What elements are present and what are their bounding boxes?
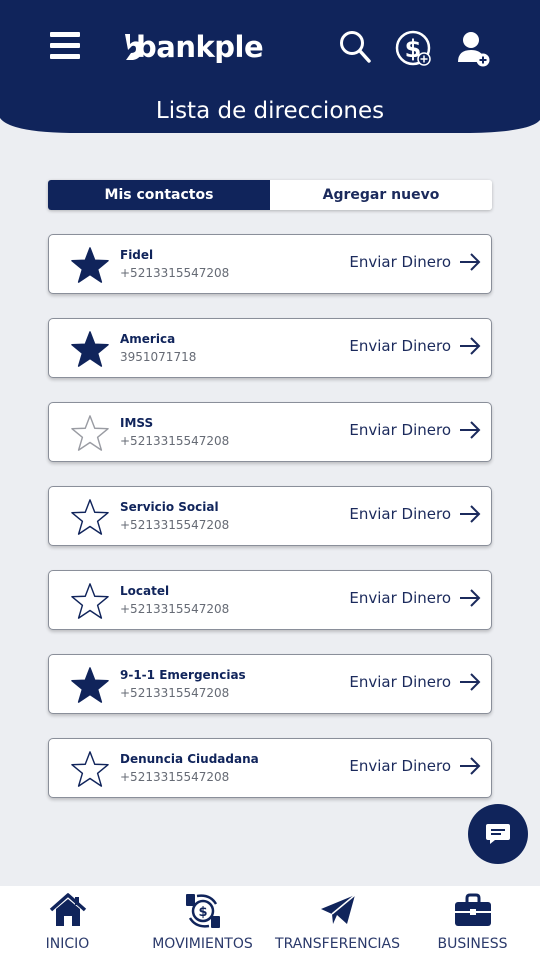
add-user-icon[interactable]: [456, 30, 492, 68]
contact-name: 9-1-1 Emergencias: [120, 668, 246, 682]
contact-name: Locatel: [120, 584, 170, 598]
contact-card[interactable]: Locatel +5213315547208 Enviar Dinero: [48, 570, 492, 630]
nav-business[interactable]: BUSINESS: [405, 886, 540, 960]
send-money-button[interactable]: Enviar Dinero: [349, 589, 481, 607]
send-money-label: Enviar Dinero: [349, 757, 451, 775]
nav-transferencias[interactable]: TRANSFERENCIAS: [270, 886, 405, 960]
contact-name: IMSS: [120, 416, 154, 430]
favorite-star-icon[interactable]: [71, 330, 109, 368]
search-icon[interactable]: [338, 28, 372, 64]
contact-name: Servicio Social: [120, 500, 219, 514]
nav-inicio[interactable]: INICIO: [0, 886, 135, 960]
svg-text:$: $: [198, 905, 207, 920]
favorite-star-icon[interactable]: [71, 246, 109, 284]
send-money-button[interactable]: Enviar Dinero: [349, 673, 481, 691]
contact-name: Fidel: [120, 248, 154, 262]
arrow-right-icon: [460, 505, 481, 523]
contact-card[interactable]: Servicio Social +5213315547208 Enviar Di…: [48, 486, 492, 546]
menu-icon[interactable]: [50, 32, 82, 62]
star-outline-icon[interactable]: [71, 414, 109, 452]
send-money-label: Enviar Dinero: [349, 505, 451, 523]
logo-text: bankple: [136, 30, 264, 64]
home-icon: [49, 893, 86, 926]
paper-plane-icon: [320, 894, 355, 924]
contact-card[interactable]: Fidel +5213315547208 Enviar Dinero: [48, 234, 492, 294]
favorite-star-icon[interactable]: [71, 666, 109, 704]
contact-tabs: Mis contactos Agregar nuevo: [48, 180, 492, 210]
send-money-button[interactable]: Enviar Dinero: [349, 421, 481, 439]
nav-label: BUSINESS: [437, 936, 508, 952]
contact-name: America: [120, 332, 176, 346]
contact-phone: +5213315547208: [120, 770, 230, 784]
send-money-button[interactable]: Enviar Dinero: [349, 757, 481, 775]
nav-label: INICIO: [45, 936, 90, 952]
app-header: bankple $ Lista de direcciones: [0, 0, 540, 136]
send-money-label: Enviar Dinero: [349, 253, 451, 271]
chat-button[interactable]: [468, 804, 528, 864]
send-money-button[interactable]: Enviar Dinero: [349, 505, 481, 523]
send-money-label: Enviar Dinero: [349, 589, 451, 607]
star-outline-icon[interactable]: [71, 750, 109, 788]
contact-phone: +5213315547208: [120, 434, 230, 448]
nav-label: MOVIMIENTOS: [152, 936, 253, 952]
contact-phone: +5213315547208: [120, 686, 230, 700]
dollar-icon[interactable]: $: [394, 29, 436, 69]
bottom-navigation: INICIO $ MOVIMIENTOS TRANSFERENCIAS BUSI…: [0, 886, 540, 960]
contact-card[interactable]: 9-1-1 Emergencias +5213315547208 Enviar …: [48, 654, 492, 714]
arrow-right-icon: [460, 421, 481, 439]
contact-phone: +5213315547208: [120, 518, 230, 532]
contact-card[interactable]: America 3951071718 Enviar Dinero: [48, 318, 492, 378]
nav-label: TRANSFERENCIAS: [275, 936, 400, 952]
tab-agregar-nuevo[interactable]: Agregar nuevo: [270, 180, 492, 210]
arrow-right-icon: [460, 253, 481, 271]
send-money-button[interactable]: Enviar Dinero: [349, 253, 481, 271]
star-outline-icon[interactable]: [71, 498, 109, 536]
contact-phone: +5213315547208: [120, 266, 230, 280]
star-outline-icon[interactable]: [71, 582, 109, 620]
contact-phone: +5213315547208: [120, 602, 230, 616]
arrow-right-icon: [460, 757, 481, 775]
nav-movimientos[interactable]: $ MOVIMIENTOS: [135, 886, 270, 960]
arrow-right-icon: [460, 589, 481, 607]
contact-phone: 3951071718: [120, 350, 197, 364]
send-money-label: Enviar Dinero: [349, 421, 451, 439]
chat-icon: [486, 824, 510, 844]
exchange-icon: $: [185, 894, 220, 928]
send-money-button[interactable]: Enviar Dinero: [349, 337, 481, 355]
contact-card[interactable]: IMSS +5213315547208 Enviar Dinero: [48, 402, 492, 462]
contact-card[interactable]: Denuncia Ciudadana +5213315547208 Enviar…: [48, 738, 492, 798]
page-title: Lista de direcciones: [155, 98, 385, 124]
send-money-label: Enviar Dinero: [349, 673, 451, 691]
arrow-right-icon: [460, 673, 481, 691]
arrow-right-icon: [460, 337, 481, 355]
send-money-label: Enviar Dinero: [349, 337, 451, 355]
briefcase-icon: [454, 893, 491, 926]
tab-mis-contactos[interactable]: Mis contactos: [48, 180, 270, 210]
contact-name: Denuncia Ciudadana: [120, 752, 259, 766]
